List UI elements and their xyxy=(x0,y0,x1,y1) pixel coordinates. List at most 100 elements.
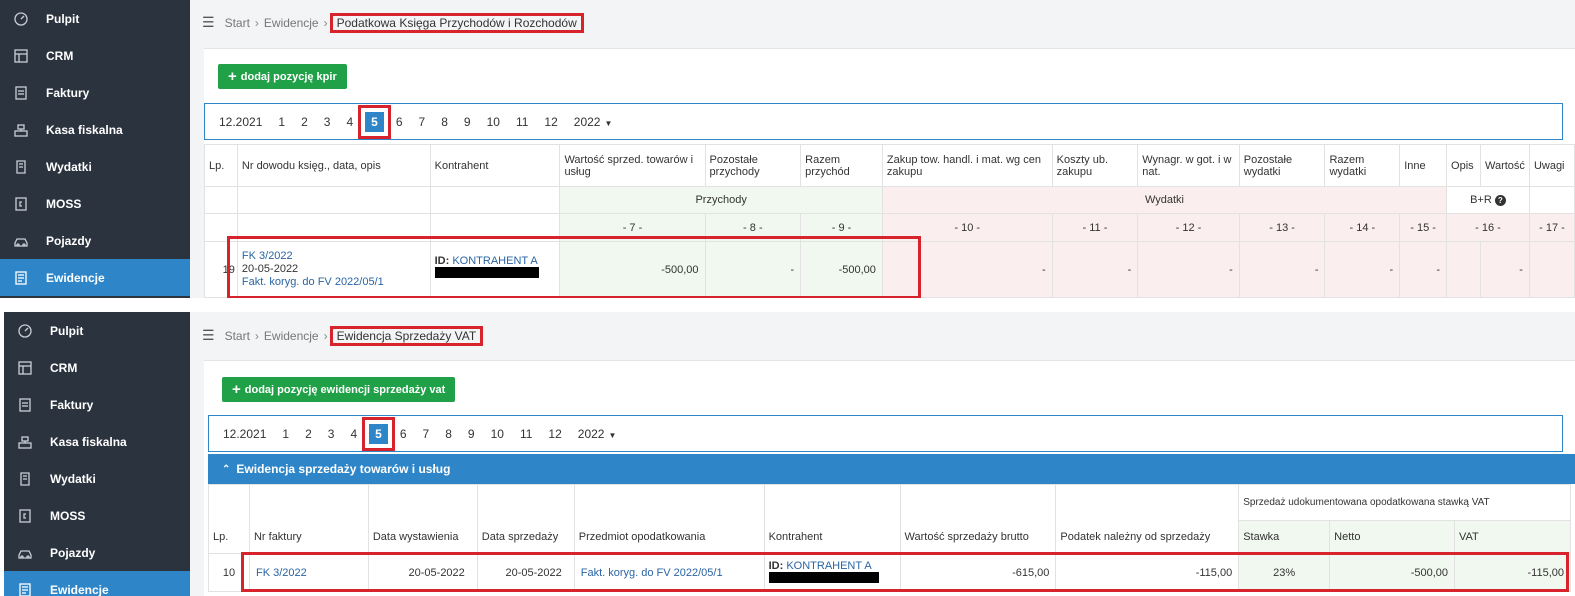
pager-month-5[interactable]: 5 xyxy=(369,423,388,444)
sidebar-item-crm[interactable]: CRM xyxy=(4,349,190,386)
pager-month-10[interactable]: 10 xyxy=(483,427,512,441)
pager-month-2[interactable]: 2 xyxy=(293,115,316,129)
kontrahent-id-prefix: ID: xyxy=(768,559,784,572)
pager-prev-year[interactable]: 12.2021 xyxy=(223,427,274,441)
pager-month-11[interactable]: 11 xyxy=(512,427,540,441)
row-uwagi xyxy=(1528,241,1575,298)
row-data-sprzedazy: 20-05-2022 xyxy=(476,553,575,592)
col-wartosc-br: Wartość xyxy=(1480,144,1530,187)
row-pozostale: - xyxy=(704,241,802,298)
pager-month-7[interactable]: 7 xyxy=(415,427,438,441)
pager-year-select[interactable]: 2022 ▼ xyxy=(570,427,625,441)
breadcrumb-section[interactable]: Ewidencje xyxy=(264,329,319,343)
sidebar-item-pojazdy[interactable]: Pojazdy xyxy=(0,222,190,259)
hamburger-icon[interactable]: ☰ xyxy=(202,327,215,344)
sidebar-item-crm[interactable]: CRM xyxy=(0,37,190,74)
kontrahent-link[interactable]: KONTRAHENT A xyxy=(452,255,537,267)
col-razem-przychod: Razem przychód xyxy=(800,144,883,187)
sidebar-item-ewidencje[interactable]: Ewidencje xyxy=(0,259,190,296)
row-doc-desc[interactable]: Fakt. koryg. do FV 2022/05/1 xyxy=(242,276,426,289)
sidebar-item-wydatki[interactable]: Wydatki xyxy=(4,460,190,497)
caret-down-icon: ▼ xyxy=(604,118,613,128)
table-row[interactable]: 19 FK 3/2022 20-05-2022 Fakt. koryg. do … xyxy=(204,241,1575,298)
sidebar-item-moss[interactable]: MOSS xyxy=(4,497,190,534)
plus-icon: + xyxy=(232,381,241,398)
sidebar-item-wydatki[interactable]: Wydatki xyxy=(0,148,190,185)
col-lp: Lp. xyxy=(204,144,238,187)
sidebar-item-pojazdy[interactable]: Pojazdy xyxy=(4,534,190,571)
pager-year-select[interactable]: 2022 ▼ xyxy=(566,115,621,129)
pager-month-1[interactable]: 1 xyxy=(270,115,293,129)
sidebar-item-label: Pojazdy xyxy=(50,545,96,560)
row-podatek: -115,00 xyxy=(1055,553,1240,592)
moss-icon xyxy=(18,508,32,523)
sidebar-item-moss[interactable]: MOSS xyxy=(0,185,190,222)
pager-month-8[interactable]: 8 xyxy=(437,427,460,441)
kontrahent-link[interactable]: KONTRAHENT A xyxy=(786,560,871,572)
pager-month-2[interactable]: 2 xyxy=(297,427,320,441)
row-stawka: 23% xyxy=(1238,553,1331,592)
col-stawka: Stawka xyxy=(1238,520,1331,554)
cash-register-icon xyxy=(18,435,32,449)
sidebar-item-faktury[interactable]: Faktury xyxy=(0,74,190,111)
pager-month-12[interactable]: 12 xyxy=(540,427,569,441)
sidebar-item-kasa[interactable]: Kasa fiskalna xyxy=(0,111,190,148)
pager-month-3[interactable]: 3 xyxy=(316,115,339,129)
pager-month-10[interactable]: 10 xyxy=(479,115,508,129)
sidebar-item-pulpit[interactable]: Pulpit xyxy=(0,0,190,37)
table-row[interactable]: 10 FK 3/2022 20-05-2022 20-05-2022 Fakt.… xyxy=(208,553,1571,592)
pager-month-8[interactable]: 8 xyxy=(433,115,456,129)
pager-month-4[interactable]: 4 xyxy=(342,427,365,441)
section-header[interactable]: ⌃ Ewidencja sprzedaży towarów i usług xyxy=(208,454,1575,484)
row-przedmiot[interactable]: Fakt. koryg. do FV 2022/05/1 xyxy=(573,553,765,592)
pager-month-11[interactable]: 11 xyxy=(508,115,536,129)
pager-prev-year[interactable]: 12.2021 xyxy=(219,115,270,129)
col-netto: Netto xyxy=(1329,520,1456,554)
sidebar-item-pulpit[interactable]: Pulpit xyxy=(4,312,190,349)
pager-month-4[interactable]: 4 xyxy=(338,115,361,129)
pager-month-5[interactable]: 5 xyxy=(365,111,384,132)
add-vat-sale-button[interactable]: + dodaj pozycję ewidencji sprzedaży vat xyxy=(222,377,456,402)
col-wynagr: Wynagr. w got. i w nat. xyxy=(1137,144,1240,187)
colnum: - 9 - xyxy=(800,213,883,242)
colnum: - 14 - xyxy=(1324,213,1401,242)
row-netto: -500,00 xyxy=(1329,553,1456,592)
sidebar: Pulpit CRM Faktury Kasa fiskalna Wydatki… xyxy=(4,312,190,596)
redacted-block xyxy=(434,267,539,278)
row-kontrahent: ID: KONTRAHENT A xyxy=(763,553,901,592)
col-lp: Lp. xyxy=(208,520,250,554)
col-kontrahent: Kontrahent xyxy=(763,520,901,554)
pager-month-12[interactable]: 12 xyxy=(536,115,565,129)
pager-month-7[interactable]: 7 xyxy=(411,115,434,129)
help-icon[interactable]: ? xyxy=(1494,195,1506,206)
row-doc-number[interactable]: FK 3/2022 xyxy=(242,250,426,263)
breadcrumb-start[interactable]: Start xyxy=(225,329,250,343)
colnum: - 17 - xyxy=(1528,213,1575,242)
hamburger-icon[interactable]: ☰ xyxy=(202,14,215,31)
pager-month-6[interactable]: 6 xyxy=(392,427,415,441)
colnum: - 12 - xyxy=(1137,213,1240,242)
sidebar-item-faktury[interactable]: Faktury xyxy=(4,386,190,423)
pager-month-3[interactable]: 3 xyxy=(320,427,343,441)
sidebar: Pulpit CRM Faktury Kasa fiskalna Wydatki… xyxy=(0,0,190,298)
pager-month-1[interactable]: 1 xyxy=(274,427,297,441)
kontrahent-id-prefix: ID: xyxy=(434,255,450,267)
pager-month-9[interactable]: 9 xyxy=(456,115,479,129)
sidebar-item-label: MOSS xyxy=(46,196,82,211)
sidebar-item-label: Faktury xyxy=(46,85,90,100)
vat-sales-table: Sprzedaż udokumentowana opodatkowana sta… xyxy=(208,484,1571,592)
car-icon xyxy=(14,234,28,248)
plus-icon: + xyxy=(228,68,237,85)
breadcrumb-start[interactable]: Start xyxy=(225,16,250,30)
col-wartosc: Wartość sprzed. towarów i usług xyxy=(559,144,706,187)
invoice-icon xyxy=(14,85,28,100)
row-razem-wydatki: - xyxy=(1324,241,1401,298)
sidebar-item-ewidencje[interactable]: Ewidencje xyxy=(4,571,190,596)
add-kpir-button[interactable]: + dodaj pozycję kpir xyxy=(218,64,347,89)
sidebar-item-kasa[interactable]: Kasa fiskalna xyxy=(4,423,190,460)
pager-month-6[interactable]: 6 xyxy=(388,115,411,129)
row-nr-faktury[interactable]: FK 3/2022 xyxy=(248,553,369,592)
col-kontrahent: Kontrahent xyxy=(429,144,561,187)
pager-month-9[interactable]: 9 xyxy=(460,427,483,441)
breadcrumb-section[interactable]: Ewidencje xyxy=(264,16,319,30)
